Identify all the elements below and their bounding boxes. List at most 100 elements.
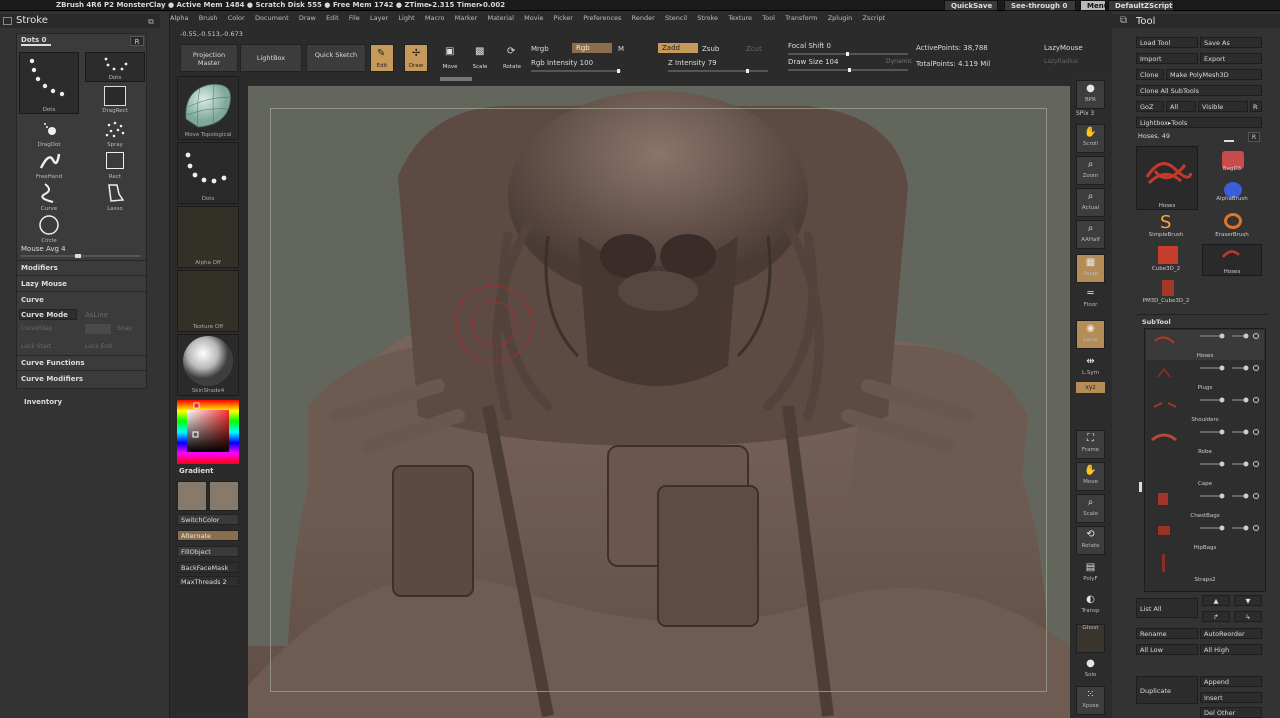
rotate-mode-button[interactable]: ⟳ Rotate — [500, 44, 524, 72]
subtool-item-hipbags[interactable]: HipBags — [1146, 522, 1264, 552]
stroke-tile-circle[interactable]: Circle — [19, 214, 79, 244]
menu-alpha[interactable]: Alpha — [170, 14, 188, 22]
persp-button[interactable]: ▦ Persp — [1076, 254, 1105, 283]
insert-button[interactable]: Insert — [1200, 692, 1262, 703]
subtool-item-robe[interactable]: Robe — [1146, 426, 1264, 456]
menu-zplugin[interactable]: Zplugin — [828, 14, 853, 22]
arrow-up-right-icon[interactable]: ↱ — [1202, 611, 1230, 622]
move-up-arrow-icon[interactable]: ▲ — [1202, 595, 1230, 606]
all-high-button[interactable]: All High — [1200, 644, 1262, 655]
ghost-button[interactable]: Ghost — [1076, 624, 1105, 653]
move-view-button[interactable]: ✋ Move — [1076, 462, 1105, 491]
subtool-item-cape[interactable]: Cape — [1146, 458, 1264, 488]
toolbar-scroll-handle[interactable] — [440, 77, 472, 81]
menu-texture[interactable]: Texture — [728, 14, 752, 22]
focal-shift-slider[interactable] — [788, 52, 908, 56]
lsym-button[interactable]: ⇹ L.Sym — [1076, 354, 1105, 383]
menu-draw[interactable]: Draw — [299, 14, 316, 22]
menu-preferences[interactable]: Preferences — [583, 14, 621, 22]
xpose-button[interactable]: ⁙ Xpose — [1076, 686, 1105, 715]
load-tool-button[interactable]: Load Tool — [1136, 37, 1198, 48]
zsub-toggle[interactable]: Zsub — [702, 45, 719, 53]
aahalf-button[interactable]: ⌕ AAHalf — [1076, 220, 1105, 249]
save-as-button[interactable]: Save As — [1200, 37, 1262, 48]
lazy-mouse-section[interactable]: Lazy Mouse — [21, 280, 67, 288]
palette-popout-icon[interactable]: ⧉ — [1120, 15, 1127, 26]
stroke-tile-dots[interactable]: Dots — [85, 52, 145, 82]
menu-brush[interactable]: Brush — [199, 14, 218, 22]
subtool-toggles[interactable] — [1200, 365, 1260, 371]
local-button[interactable]: ◉ Local — [1076, 320, 1105, 349]
zcut-toggle[interactable]: Zcut — [746, 45, 762, 53]
menu-stencil[interactable]: Stencil — [665, 14, 687, 22]
export-button[interactable]: Export — [1200, 53, 1262, 64]
subtool-item-hoses[interactable]: Hoses — [1146, 330, 1264, 360]
default-zscript-button[interactable]: DefaultZScript — [1108, 0, 1174, 11]
goz-button[interactable]: GoZ — [1136, 101, 1164, 112]
dots-slider[interactable] — [21, 44, 51, 46]
secondary-color-swatch[interactable] — [209, 481, 239, 511]
bpr-button[interactable]: ● BPR — [1076, 80, 1105, 109]
menu-transform[interactable]: Transform — [785, 14, 817, 22]
menu-render[interactable]: Render — [632, 14, 655, 22]
fill-object-button[interactable]: FillObject — [177, 546, 239, 557]
alternate-button[interactable]: Alternate — [177, 530, 239, 541]
current-tool-slider[interactable]: Hoses. 49 — [1138, 132, 1170, 140]
menus-button[interactable]: Menus — [1080, 0, 1113, 11]
curve-functions-section[interactable]: Curve Functions — [21, 359, 85, 367]
lightbox-button[interactable]: LightBox — [240, 44, 302, 72]
stroke-tile-curve[interactable]: Curve — [19, 182, 79, 212]
subtool-item-shoulders[interactable]: Shoulders — [1146, 394, 1264, 424]
goz-visible-button[interactable]: Visible — [1198, 101, 1248, 112]
lazyradius-slider[interactable]: LazyRadius — [1044, 58, 1078, 65]
tool-thumb-hoses-main[interactable]: Hoses — [1136, 146, 1198, 210]
backface-mask-button[interactable]: BackFaceMask — [177, 562, 239, 573]
scroll-button[interactable]: ✋ Scroll — [1076, 124, 1105, 153]
subtool-section[interactable]: SubTool — [1142, 318, 1171, 326]
max-threads-slider[interactable]: MaxThreads 2 — [177, 576, 239, 587]
append-button[interactable]: Append — [1200, 676, 1262, 687]
lock-start-toggle[interactable]: Lock Start — [21, 343, 51, 350]
subtool-toggles[interactable] — [1200, 461, 1260, 467]
del-other-button[interactable]: Del Other — [1200, 707, 1262, 718]
polyf-button[interactable]: ▤ PolyF — [1076, 560, 1105, 589]
lightbox-tools-button[interactable]: Lightbox▸Tools — [1136, 117, 1262, 128]
stroke-tile-lasso[interactable]: Lasso — [85, 182, 145, 212]
list-all-button[interactable]: List All — [1136, 598, 1198, 618]
subtool-toggles[interactable] — [1200, 493, 1260, 499]
stroke-tile-rect[interactable]: Rect — [85, 150, 145, 180]
arrow-down-right-icon[interactable]: ↳ — [1234, 611, 1262, 622]
tool-reset-button[interactable]: R — [1248, 132, 1260, 142]
subtool-toggles[interactable] — [1200, 333, 1260, 339]
draw-size-slider[interactable] — [788, 68, 908, 72]
curve-modifiers-section[interactable]: Curve Modifiers — [21, 375, 83, 383]
current-brush-button[interactable]: Move Topological — [177, 76, 239, 140]
menu-tool[interactable]: Tool — [762, 14, 775, 22]
spix-slider[interactable]: SPix 3 — [1076, 110, 1094, 117]
current-material-button[interactable]: SkinShade4 — [177, 334, 239, 396]
actual-button[interactable]: ⌕ Actual — [1076, 188, 1105, 217]
palette-dock-icon[interactable] — [3, 17, 12, 25]
all-low-button[interactable]: All Low — [1136, 644, 1198, 655]
z-intensity-slider[interactable] — [668, 69, 768, 73]
tool-slider-handle[interactable] — [1224, 140, 1234, 142]
rgb-toggle[interactable]: Rgb — [572, 43, 612, 53]
lazymouse-toggle[interactable]: LazyMouse — [1044, 44, 1083, 52]
solo-button[interactable]: ● Solo — [1076, 656, 1105, 685]
see-through-slider[interactable]: See-through 0 — [1004, 0, 1076, 11]
zoom-button[interactable]: ⌕ Zoom — [1076, 156, 1105, 185]
stroke-tile-freehand[interactable]: FreeHand — [19, 150, 79, 180]
current-alpha-button[interactable]: Alpha Off — [177, 206, 239, 268]
autoreorder-button[interactable]: AutoReorder — [1200, 628, 1262, 639]
draw-mode-button[interactable]: ✢ Draw — [404, 44, 428, 72]
transp-button[interactable]: ◐ Transp — [1076, 592, 1105, 621]
import-button[interactable]: Import — [1136, 53, 1198, 64]
switch-color-button[interactable]: SwitchColor — [177, 514, 239, 525]
goz-all-button[interactable]: All — [1166, 101, 1196, 112]
subtool-scrollbar[interactable] — [1139, 482, 1142, 492]
lock-end-toggle[interactable]: Lock End — [85, 343, 112, 350]
menu-material[interactable]: Material — [487, 14, 513, 22]
color-picker[interactable] — [177, 400, 239, 464]
stroke-tile-dots-large[interactable]: Dots — [19, 52, 79, 114]
move-down-arrow-icon[interactable]: ▼ — [1234, 595, 1262, 606]
